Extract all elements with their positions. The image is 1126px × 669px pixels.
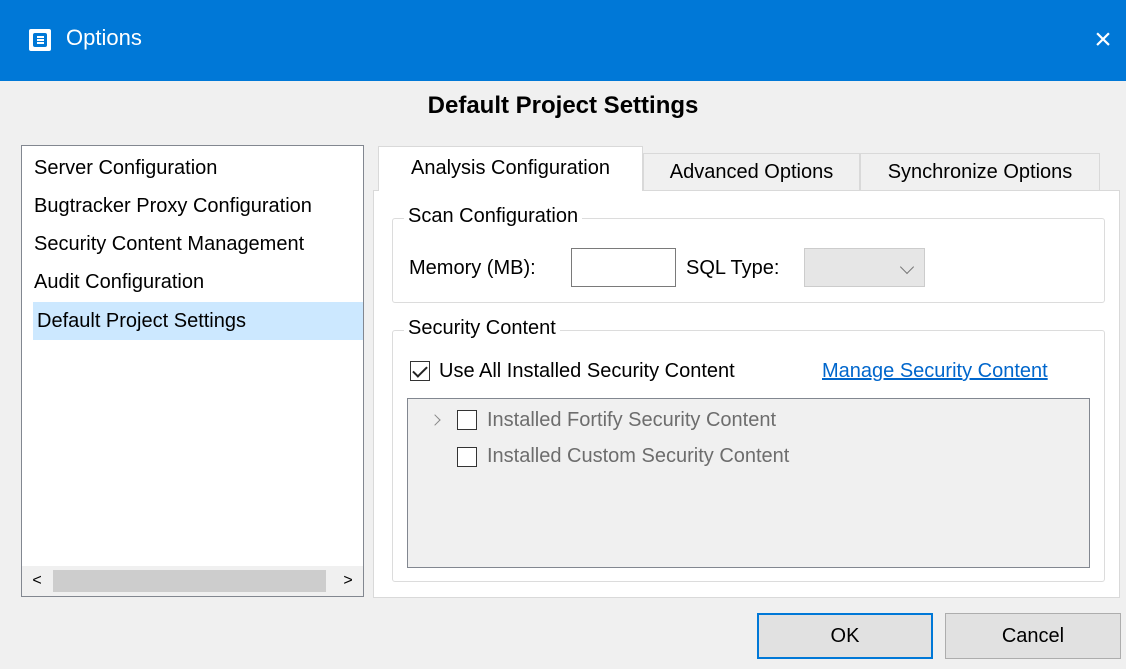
close-icon[interactable]: × [1080, 18, 1126, 62]
scroll-left-icon[interactable]: < [22, 566, 52, 596]
window-title: Options [66, 25, 142, 50]
custom-content-checkbox[interactable] [457, 447, 477, 467]
security-content-title: Security Content [404, 317, 560, 340]
scroll-right-icon[interactable]: > [333, 566, 363, 596]
use-all-label: Use All Installed Security Content [439, 360, 735, 382]
chevron-right-icon[interactable] [429, 414, 441, 426]
tab-synchronize-options[interactable]: Synchronize Options [860, 153, 1100, 190]
fortify-content-label: Installed Fortify Security Content [487, 409, 777, 431]
use-all-checkbox[interactable] [410, 361, 430, 381]
tab-analysis-configuration[interactable]: Analysis Configuration [378, 146, 643, 191]
sidebar-item-bugtracker-proxy-configuration[interactable]: Bugtracker Proxy Configuration [34, 187, 360, 225]
sidebar-list[interactable]: Server Configuration Bugtracker Proxy Co… [21, 145, 364, 597]
chevron-down-icon [899, 259, 915, 275]
title-bar: Options × [0, 0, 1126, 81]
scan-configuration-title: Scan Configuration [404, 205, 583, 228]
cancel-button[interactable]: Cancel [945, 613, 1121, 659]
ok-button[interactable]: OK [757, 613, 933, 659]
tab-advanced-options[interactable]: Advanced Options [643, 153, 860, 190]
sql-type-label: SQL Type: [686, 257, 780, 279]
manage-security-content-link[interactable]: Manage Security Content [822, 360, 1048, 383]
app-icon [29, 29, 51, 51]
scroll-thumb[interactable] [53, 570, 326, 592]
sidebar-item-security-content-management[interactable]: Security Content Management [34, 225, 360, 263]
security-content-tree[interactable]: Installed Fortify Security Content Insta… [407, 398, 1090, 568]
page-title: Default Project Settings [427, 92, 699, 119]
checkmark-icon [412, 362, 428, 378]
horizontal-scrollbar[interactable]: < > [22, 566, 363, 596]
sidebar-item-audit-configuration[interactable]: Audit Configuration [34, 263, 360, 301]
memory-input[interactable] [571, 248, 676, 287]
custom-content-label: Installed Custom Security Content [487, 445, 790, 467]
sidebar-item-server-configuration[interactable]: Server Configuration [34, 149, 360, 187]
memory-label: Memory (MB): [409, 257, 536, 279]
sql-type-select[interactable] [804, 248, 925, 287]
fortify-content-checkbox[interactable] [457, 410, 477, 430]
sidebar-item-default-project-settings[interactable]: Default Project Settings [33, 302, 363, 340]
